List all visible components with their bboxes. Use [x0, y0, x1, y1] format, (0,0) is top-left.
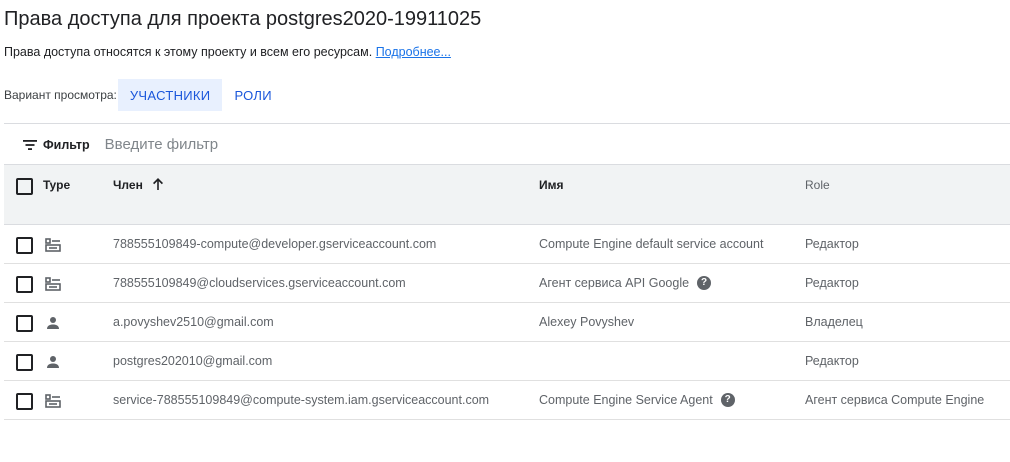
- filter-icon: [23, 139, 37, 150]
- view-mode-label: Вариант просмотра:: [4, 88, 117, 102]
- member-role: Редактор: [805, 354, 859, 368]
- header-name[interactable]: Имя: [539, 178, 564, 192]
- tab-roles[interactable]: РОЛИ: [222, 79, 283, 111]
- person-icon: [47, 317, 59, 329]
- filter-bar: Фильтр: [4, 123, 1010, 165]
- row-checkbox[interactable]: [16, 315, 33, 332]
- header-type[interactable]: Type: [43, 178, 70, 192]
- member-email: a.povyshev2510@gmail.com: [113, 315, 274, 329]
- row-checkbox[interactable]: [16, 237, 33, 254]
- filter-input[interactable]: [102, 135, 507, 154]
- member-name-text: Compute Engine Service Agent: [539, 393, 713, 407]
- page-title: Права доступа для проекта postgres2020-1…: [4, 8, 482, 30]
- view-mode-selector: Вариант просмотра: УЧАСТНИКИ РОЛИ: [4, 79, 284, 111]
- subtitle-text: Права доступа относятся к этому проекту …: [4, 45, 373, 59]
- member-email: postgres202010@gmail.com: [113, 354, 273, 368]
- select-all-checkbox[interactable]: [16, 178, 33, 195]
- header-role[interactable]: Role: [805, 178, 830, 192]
- header-member-label: Член: [113, 178, 143, 192]
- row-checkbox[interactable]: [16, 276, 33, 293]
- table-row[interactable]: 788555109849@cloudservices.gserviceaccou…: [4, 264, 1010, 303]
- permissions-table: Type Член Имя Role 788555109849-compute@…: [4, 164, 1010, 420]
- tab-members[interactable]: УЧАСТНИКИ: [117, 79, 223, 111]
- row-checkbox[interactable]: [16, 354, 33, 371]
- member-name: Compute Engine Service Agent?: [539, 392, 735, 407]
- table-row[interactable]: 788555109849-compute@developer.gservicea…: [4, 225, 1010, 264]
- member-name: Alexey Povyshev: [539, 315, 634, 329]
- member-role: Владелец: [805, 315, 863, 329]
- member-name: Агент сервиса API Google?: [539, 275, 712, 290]
- table-header: Type Член Имя Role: [4, 164, 1010, 225]
- table-row[interactable]: service-788555109849@compute-system.iam.…: [4, 381, 1010, 420]
- service-account-icon: [45, 238, 61, 252]
- table-row[interactable]: postgres202010@gmail.com Редактор: [4, 342, 1010, 381]
- member-name-text: Compute Engine default service account: [539, 237, 764, 251]
- member-role: Редактор: [805, 237, 859, 251]
- member-name-text: Alexey Povyshev: [539, 315, 635, 329]
- table-row[interactable]: a.povyshev2510@gmail.com Alexey Povyshev…: [4, 303, 1010, 342]
- help-icon[interactable]: ?: [697, 275, 712, 290]
- member-email: 788555109849-compute@developer.gservicea…: [113, 237, 437, 251]
- arrow-up-icon[interactable]: [152, 177, 164, 191]
- member-email: 788555109849@cloudservices.gserviceaccou…: [113, 276, 406, 290]
- member-email: service-788555109849@compute-system.iam.…: [113, 393, 490, 407]
- filter-label: Фильтр: [43, 137, 90, 152]
- member-name-text: Агент сервиса API Google: [539, 276, 690, 290]
- service-account-icon: [45, 394, 61, 408]
- person-icon: [47, 356, 59, 368]
- learn-more-link[interactable]: Подробнее...: [376, 45, 451, 59]
- filter-button[interactable]: Фильтр: [23, 138, 90, 152]
- member-role: Агент сервиса Compute Engine: [805, 393, 985, 407]
- service-account-icon: [45, 277, 61, 291]
- page-subtitle: Права доступа относятся к этому проекту …: [4, 45, 451, 59]
- help-icon[interactable]: ?: [720, 392, 735, 407]
- member-role: Редактор: [805, 276, 859, 290]
- member-name: Compute Engine default service account: [539, 237, 763, 251]
- header-member[interactable]: Член: [113, 178, 164, 192]
- row-checkbox[interactable]: [16, 393, 33, 410]
